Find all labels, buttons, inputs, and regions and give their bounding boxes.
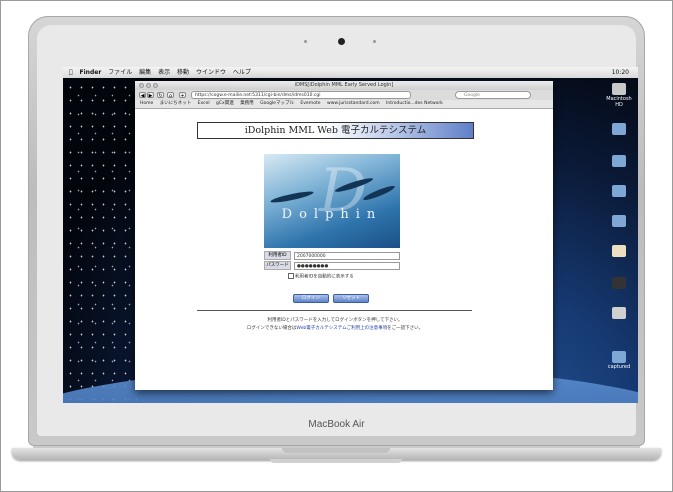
document-icon: [612, 245, 626, 257]
desktop-icon-file[interactable]: [602, 307, 636, 320]
window-titlebar[interactable]: iDMS[iDolphin MML Early Served Login]: [135, 81, 553, 90]
camera-icon: [338, 38, 345, 45]
desktop-icon-captured[interactable]: captured: [602, 351, 636, 370]
sensor-dot: [304, 40, 307, 43]
close-button[interactable]: [139, 83, 144, 88]
bookmark-item[interactable]: Googleマップル: [260, 101, 294, 106]
folder-icon: [612, 351, 626, 363]
brand-label: MacBook Air: [308, 419, 365, 430]
bookmark-item[interactable]: Excel: [198, 101, 210, 106]
bookmark-item[interactable]: www.jurisstandard.com: [327, 101, 380, 106]
zoom-button[interactable]: [153, 83, 158, 88]
drive-icon: [612, 83, 626, 95]
window-title: iDMS[iDolphin MML Early Served Login]: [294, 82, 394, 88]
dolphin-shape: [362, 183, 396, 203]
desktop-icon-folder[interactable]: [602, 155, 636, 168]
folder-icon: [612, 215, 626, 227]
login-button[interactable]: ログイン: [293, 294, 329, 303]
login-form: 利用者ID 2007000000 パスワード ●●●●●●●●: [264, 251, 400, 271]
laptop-foot: [270, 459, 402, 463]
bookmark-item[interactable]: 業務用: [240, 101, 254, 106]
forward-button[interactable]: ▶: [147, 92, 154, 99]
desktop-icon-folder[interactable]: [602, 123, 636, 136]
bookmark-item[interactable]: gCx関連: [216, 101, 234, 106]
password-input[interactable]: ●●●●●●●●: [294, 261, 400, 270]
notice-text: ログインできない場合はWeb電子カルテシステムご利用上の注意事項をご一読下さい。: [246, 326, 424, 331]
user-id-label: 利用者ID: [264, 251, 291, 260]
desktop-icon-document[interactable]: [602, 245, 636, 258]
page-title: iDolphin MML Web 電子カルテシステム: [197, 122, 474, 139]
remember-id-label: 利用者IDを自動的に表示する: [295, 274, 354, 280]
desktop-icon-folder[interactable]: [602, 215, 636, 228]
reload-button[interactable]: ↻: [157, 92, 164, 99]
menu-clock[interactable]: 10:20: [612, 67, 629, 78]
menu-item-edit[interactable]: 編集: [139, 69, 151, 76]
laptop-lid:  Finder ファイル 編集 表示 移動 ウインドウ ヘルプ 10:20 M…: [28, 16, 645, 455]
bookmark-item[interactable]: Introductio...des Network: [386, 101, 443, 106]
menu-item-go[interactable]: 移動: [177, 69, 189, 76]
user-id-input[interactable]: 2007000000: [294, 251, 400, 260]
bookmarks-bar: Home まいにちネット Excel gCx関連 業務用 Googleマップル …: [135, 100, 553, 109]
back-button[interactable]: ◀: [139, 92, 146, 99]
menu-item-window[interactable]: ウインドウ: [196, 69, 226, 76]
desktop-icon-app[interactable]: [602, 277, 636, 290]
remember-id-checkbox[interactable]: 利用者IDを自動的に表示する: [288, 273, 354, 280]
menu-item-file[interactable]: ファイル: [108, 69, 132, 76]
browser-window: iDMS[iDolphin MML Early Served Login] ◀ …: [135, 81, 553, 390]
notice-link[interactable]: Web電子カルテシステムご利用上の注意事項: [296, 326, 387, 331]
desktop-screen:  Finder ファイル 編集 表示 移動 ウインドウ ヘルプ 10:20 M…: [63, 67, 638, 403]
search-field[interactable]: Google: [455, 91, 531, 99]
logo-text: Dolphin: [281, 207, 383, 222]
reset-button[interactable]: リセット: [333, 294, 369, 303]
menu-item-view[interactable]: 表示: [158, 69, 170, 76]
divider: [197, 310, 472, 311]
menu-item-help[interactable]: ヘルプ: [233, 69, 251, 76]
starfield: [63, 77, 138, 403]
minimize-button[interactable]: [146, 83, 151, 88]
checkbox-icon[interactable]: [288, 273, 294, 279]
desktop-icon-folder[interactable]: [602, 185, 636, 198]
dolphin-shape: [269, 189, 315, 205]
folder-icon: [612, 155, 626, 167]
lid-notch: [282, 448, 390, 453]
instruction-text: 利用者IDとパスワードを入力してログインボタンを押して下さい。: [267, 318, 403, 323]
url-field[interactable]: https://cogw.e-mailie.net:5311/cgi-bin/d…: [191, 91, 411, 99]
bookmark-item[interactable]: まいにちネット: [160, 101, 192, 106]
browser-toolbar: ◀ ▶ ↻ ⌂ + https://cogw.e-mailie.net:5311…: [135, 90, 553, 100]
apple-menu-icon[interactable]: : [69, 69, 73, 76]
bookmark-item[interactable]: Home: [140, 101, 153, 106]
password-row: パスワード ●●●●●●●●: [264, 261, 400, 270]
user-id-row: 利用者ID 2007000000: [264, 251, 400, 260]
app-icon: [612, 277, 626, 289]
dolphin-logo: D Dolphin: [264, 154, 400, 248]
menu-item-finder[interactable]: Finder: [80, 69, 102, 76]
menu-bar:  Finder ファイル 編集 表示 移動 ウインドウ ヘルプ 10:20: [63, 67, 638, 78]
sensor-dot: [373, 40, 376, 43]
bookmark-item[interactable]: Evernote: [300, 101, 320, 106]
home-button[interactable]: ⌂: [167, 92, 174, 99]
desktop-icon-hd[interactable]: Macintosh HD: [602, 83, 636, 108]
page-content: iDolphin MML Web 電子カルテシステム D Dolphin 利用者…: [135, 109, 553, 391]
password-label: パスワード: [264, 261, 291, 270]
file-icon: [612, 307, 626, 319]
add-bookmark-button[interactable]: +: [179, 92, 186, 99]
folder-icon: [612, 123, 626, 135]
folder-icon: [612, 185, 626, 197]
